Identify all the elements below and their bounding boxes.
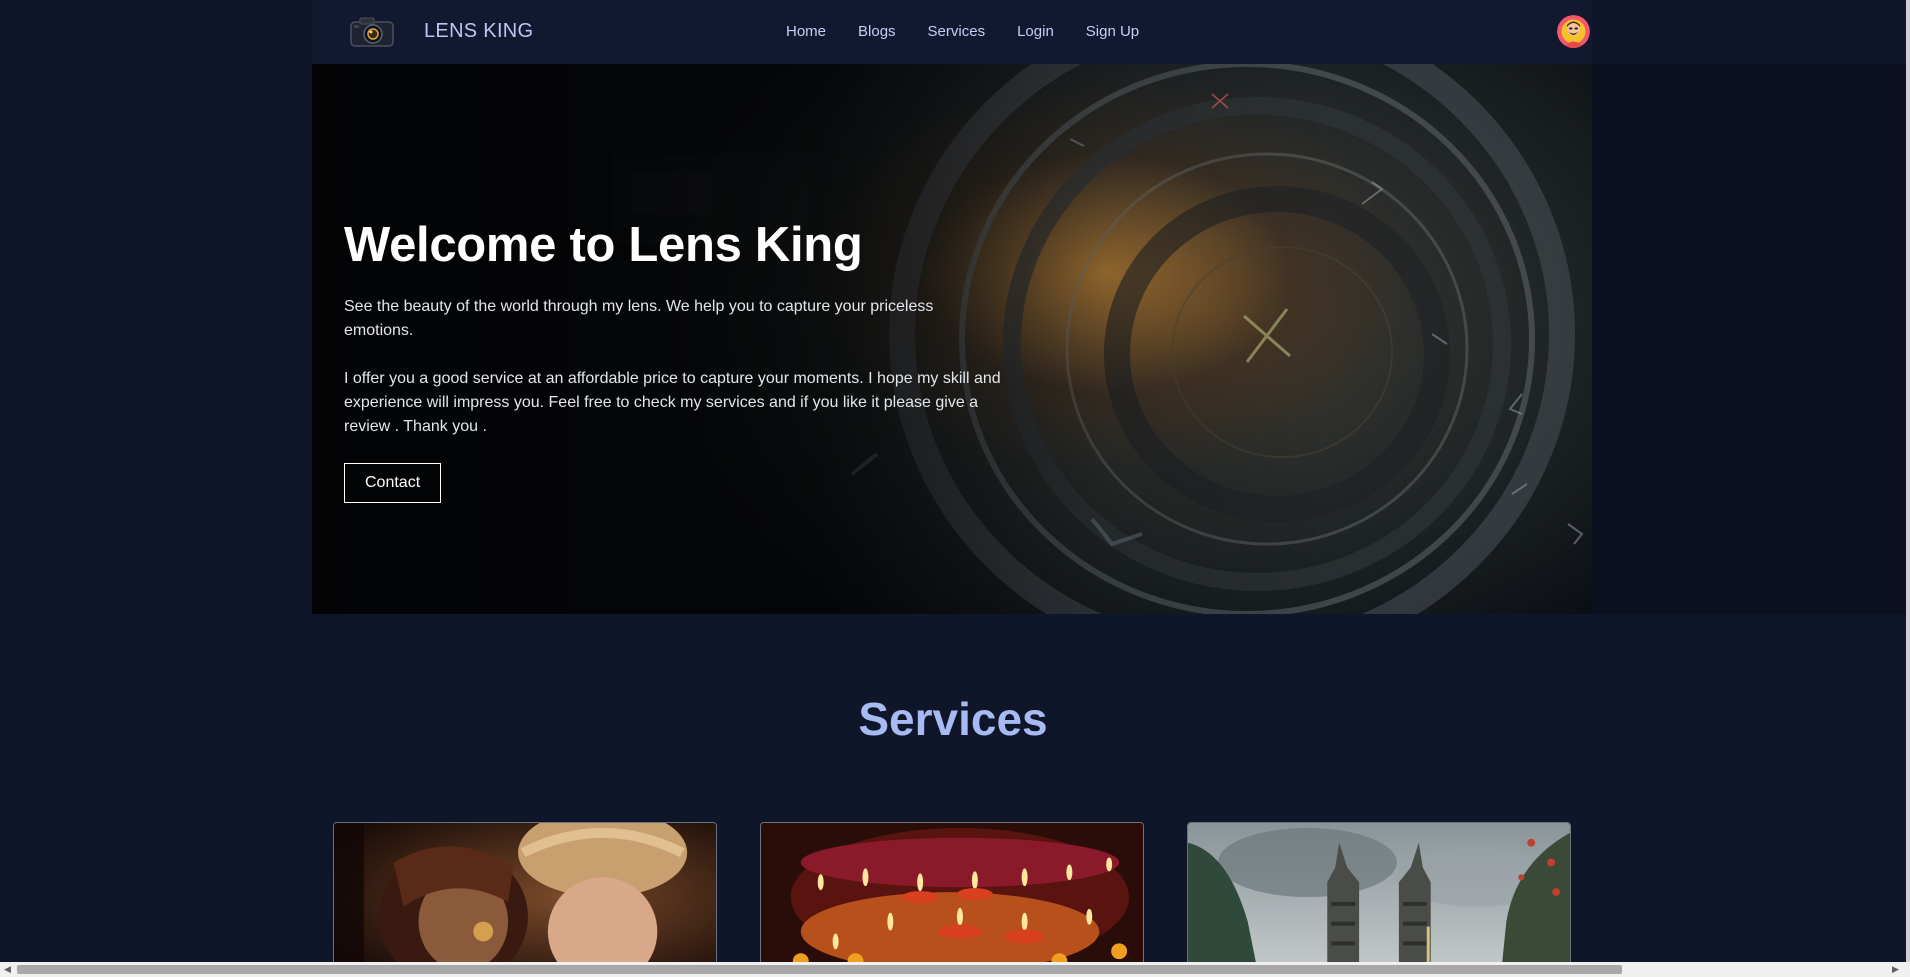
horizontal-scrollbar[interactable]: ◀ ▶ [0,962,1910,977]
scroll-right-arrow-icon[interactable]: ▶ [1888,962,1903,977]
service-card-travel[interactable] [1187,822,1571,972]
diya-candles-image [761,823,1143,971]
hero-section: Welcome to Lens King See the beauty of t… [312,64,1592,614]
service-card-festival[interactable] [760,822,1144,972]
contact-button[interactable]: Contact [344,462,442,503]
navbar: LENS KING Home Blogs Services Login Sign… [312,0,1592,64]
camera-logo-icon[interactable] [345,14,399,50]
nav-link-home[interactable]: Home [786,23,826,40]
page: LENS KING Home Blogs Services Login Sign… [0,0,1910,977]
nav-links: Home Blogs Services Login Sign Up [786,23,1171,40]
nav-link-services[interactable]: Services [928,23,986,40]
nav-link-login[interactable]: Login [1017,23,1054,40]
hero-content: Welcome to Lens King See the beauty of t… [344,218,1004,503]
brand-name[interactable]: LENS KING [424,20,533,43]
hero-side-band [1592,64,1910,614]
hero-intro-text: See the beauty of the world through my l… [344,297,934,339]
service-card-wedding[interactable] [333,822,717,972]
wedding-couple-image [334,823,716,971]
hero-description-text: I offer you a good service at an afforda… [344,369,1001,435]
hero-title: Welcome to Lens King [344,218,863,272]
services-heading: Services [858,693,1048,745]
vertical-scrollbar[interactable] [1906,0,1910,962]
temple-gate-image [1188,823,1570,971]
nav-link-blogs[interactable]: Blogs [858,23,896,40]
scroll-left-arrow-icon[interactable]: ◀ [0,962,15,977]
user-avatar-icon[interactable] [1557,15,1590,48]
scrollbar-thumb[interactable] [17,965,1622,974]
nav-link-sign-up[interactable]: Sign Up [1086,23,1139,40]
